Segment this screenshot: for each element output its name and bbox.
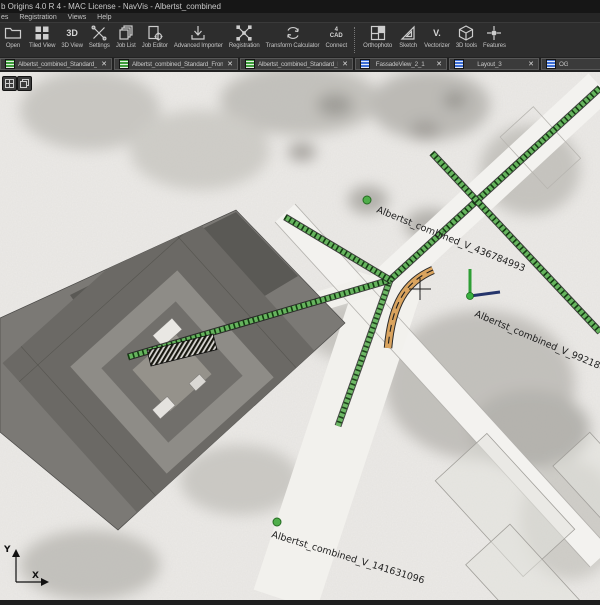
registration-icon xyxy=(234,24,254,42)
tiled-view-icon xyxy=(32,24,52,42)
open-folder-icon xyxy=(3,24,23,42)
axis-x-label: X xyxy=(32,571,39,581)
3d-tools-cube-icon xyxy=(456,24,476,42)
tab-og-clipped[interactable]: OG xyxy=(541,58,600,70)
map-canvas[interactable]: Albertst_combined_V_436784993 Albertst_c… xyxy=(0,72,600,600)
menu-item-files-partial[interactable]: es xyxy=(1,14,8,21)
sketch-icon xyxy=(398,24,418,42)
settings-button[interactable]: Settings xyxy=(86,23,113,49)
panel-grid-icon xyxy=(5,79,14,88)
advanced-importer-button[interactable]: Advanced Importer xyxy=(171,23,226,49)
tab-fassadeview[interactable]: FassadeView_2_1 ✕ xyxy=(355,58,447,70)
connect-4cad-icon: 4CAD xyxy=(326,24,346,42)
tab-standard-front[interactable]: Albertst_combined_Standard_Front ✕ xyxy=(114,58,238,70)
tab-standard-left[interactable]: Albertst_combined_Standard_Left ✕ xyxy=(240,58,353,70)
transform-calculator-icon xyxy=(283,24,303,42)
vectorizer-button[interactable]: V. Vectorizer xyxy=(421,23,453,49)
panel-layers-icon xyxy=(20,79,29,88)
scan-position-marker[interactable] xyxy=(273,518,281,526)
standard-view-icon xyxy=(245,59,255,69)
features-icon xyxy=(484,24,504,42)
menu-bar: es Registration Views Help xyxy=(0,13,600,22)
close-tab-icon[interactable]: ✕ xyxy=(436,60,442,68)
close-tab-icon[interactable]: ✕ xyxy=(227,60,233,68)
job-list-icon xyxy=(116,24,136,42)
scan-position-marker[interactable] xyxy=(363,196,371,204)
toolbar-separator xyxy=(354,27,356,53)
window-title-bar: b Origins 4.0 R 4 - MAC License - NavVis… xyxy=(0,0,600,13)
layout-view-icon xyxy=(360,59,370,69)
close-tab-icon[interactable]: ✕ xyxy=(342,60,348,68)
job-list-button[interactable]: Job List xyxy=(113,23,139,49)
sketch-button[interactable]: Sketch xyxy=(395,23,421,49)
close-tab-icon[interactable]: ✕ xyxy=(528,60,534,68)
layout-view-icon xyxy=(454,59,464,69)
registration-button[interactable]: Registration xyxy=(226,23,263,49)
3d-tools-button[interactable]: 3D tools xyxy=(453,23,480,49)
orthophoto-icon xyxy=(368,24,388,42)
transform-calculator-button[interactable]: Transform Calculator xyxy=(263,23,323,49)
tiled-view-button[interactable]: Tiled View xyxy=(26,23,58,49)
tab-standard-top[interactable]: Albertst_combined_Standard_Top ✕ xyxy=(0,58,112,70)
standard-view-icon xyxy=(119,59,129,69)
canvas-tool-button-2[interactable] xyxy=(17,76,32,91)
job-editor-icon xyxy=(145,24,165,42)
orthophoto-button[interactable]: Orthophoto xyxy=(360,23,395,49)
menu-item-registration[interactable]: Registration xyxy=(19,14,56,21)
canvas-tool-button-1[interactable] xyxy=(2,76,17,91)
tab-layout-3[interactable]: Layout_3 ✕ xyxy=(449,58,539,70)
advanced-importer-icon xyxy=(188,24,208,42)
axis-y-label: Y xyxy=(3,545,11,555)
3d-view-button[interactable]: 3D 3D View xyxy=(58,23,86,49)
view-tab-bar: Albertst_combined_Standard_Top ✕ Alberts… xyxy=(0,57,600,72)
open-button[interactable]: Open xyxy=(0,23,26,49)
close-tab-icon[interactable]: ✕ xyxy=(101,60,107,68)
vectorizer-icon: V. xyxy=(427,24,447,42)
menu-item-help[interactable]: Help xyxy=(97,14,111,21)
connect-button[interactable]: 4CAD Connect xyxy=(322,23,350,49)
job-editor-button[interactable]: Job Editor xyxy=(139,23,171,49)
main-toolbar: Open Tiled View 3D 3D View Settings Job … xyxy=(0,22,600,57)
layout-view-icon xyxy=(546,59,556,69)
menu-item-views[interactable]: Views xyxy=(68,14,87,21)
features-button[interactable]: Features xyxy=(480,23,509,49)
3d-view-icon: 3D xyxy=(62,24,82,42)
window-title: b Origins 4.0 R 4 - MAC License - NavVis… xyxy=(0,2,221,11)
settings-icon xyxy=(89,24,109,42)
orthophoto-view[interactable]: Albertst_combined_V_436784993 Albertst_c… xyxy=(0,72,600,600)
standard-view-icon xyxy=(5,59,15,69)
